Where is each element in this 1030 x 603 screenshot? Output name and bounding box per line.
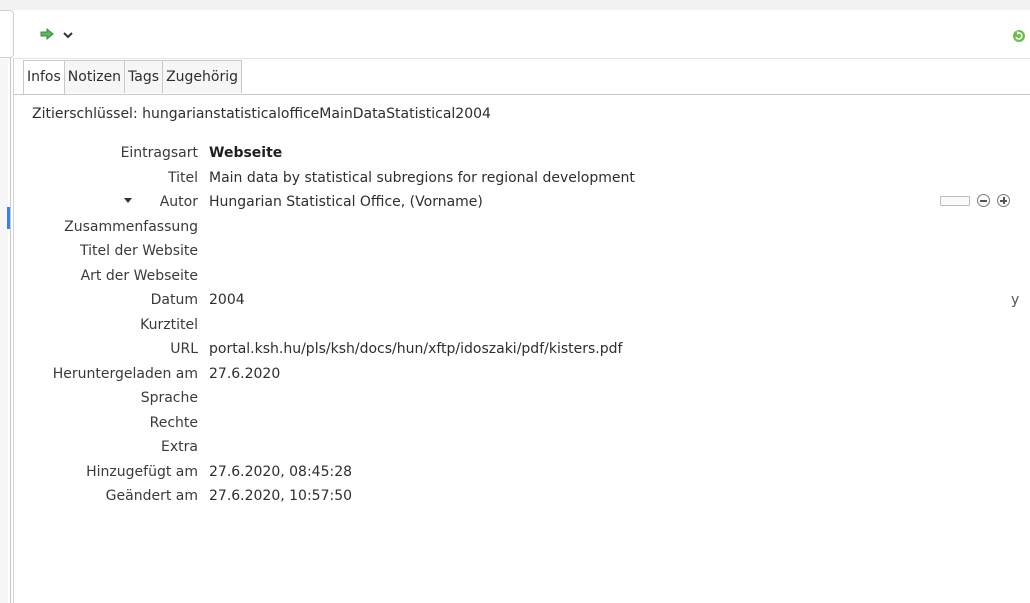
field-row-date-added: Hinzugefügt am 27.6.2020, 08:45:28 — [0, 462, 1030, 487]
top-strip — [0, 0, 1030, 10]
field-label: Eintragsart — [120, 145, 198, 161]
item-pane-tabs: Infos Notizen Tags Zugehörig — [23, 60, 242, 95]
chevron-down-icon[interactable] — [62, 28, 74, 44]
field-label: Art der Webseite — [80, 267, 198, 284]
date-field[interactable]: 2004 — [209, 290, 245, 310]
field-label: Kurztitel — [140, 316, 198, 333]
green-refresh-icon — [1012, 30, 1026, 47]
tabs-divider — [14, 94, 1030, 95]
field-label: Titel der Website — [80, 243, 198, 259]
item-toolbar — [14, 10, 1030, 59]
sync-button[interactable] — [1012, 29, 1026, 43]
switch-field-mode-icon[interactable] — [940, 195, 970, 206]
field-row-date-modified: Geändert am 27.6.2020, 10:57:50 — [0, 486, 1030, 511]
field-label: Zusammenfassung — [64, 218, 198, 235]
citation-key: Zitierschlüssel: hungarianstatisticaloff… — [32, 106, 491, 122]
field-row-website-title: Titel der Website — [0, 241, 1030, 266]
url-field[interactable]: portal.ksh.hu/pls/ksh/docs/hun/xftp/idos… — [209, 339, 622, 359]
title-field[interactable]: Main data by statistical subregions for … — [209, 168, 635, 188]
field-row-language: Sprache — [0, 388, 1030, 413]
field-label: Geändert am — [105, 488, 198, 504]
locate-button[interactable] — [40, 27, 84, 44]
field-label: Datum — [150, 292, 198, 308]
field-label[interactable]: Autor — [160, 192, 198, 212]
field-label: Extra — [161, 439, 198, 455]
field-row-item-type: Eintragsart Webseite — [0, 143, 1030, 168]
field-row-accessed: Heruntergeladen am 27.6.2020 — [0, 364, 1030, 389]
field-label: Hinzugefügt am — [86, 463, 198, 480]
remove-creator-icon[interactable] — [977, 194, 990, 207]
accessed-field[interactable]: 27.6.2020 — [209, 364, 280, 384]
date-format-indicator: y — [1011, 292, 1020, 308]
field-row-short-title: Kurztitel — [0, 315, 1030, 340]
creator-type-dropdown-icon[interactable] — [124, 198, 132, 203]
tab-zugehoerig[interactable]: Zugehörig — [163, 60, 242, 93]
url-label[interactable]: URL — [170, 339, 198, 359]
item-type-menu[interactable]: Webseite — [209, 143, 282, 163]
creator-field[interactable]: Hungarian Statistical Office, (Vorname) — [209, 192, 483, 212]
field-row-creator: Autor Hungarian Statistical Office, (Vor… — [0, 192, 1030, 217]
field-row-rights: Rechte — [0, 413, 1030, 438]
toolbar-left-cap — [0, 10, 14, 58]
date-modified-value: 27.6.2020, 10:57:50 — [209, 488, 353, 504]
tab-infos[interactable]: Infos — [23, 60, 65, 95]
field-label: Sprache — [140, 390, 198, 406]
date-added-value: 27.6.2020, 08:45:28 — [209, 463, 353, 480]
creator-controls — [940, 194, 1010, 207]
field-label: Rechte — [149, 414, 198, 431]
field-row-abstract: Zusammenfassung — [0, 217, 1030, 242]
field-label: Titel — [167, 169, 198, 186]
field-row-title: Titel Main data by statistical subregion… — [0, 168, 1030, 193]
field-row-website-type: Art der Webseite — [0, 266, 1030, 291]
green-arrow-right-icon — [40, 27, 54, 44]
add-creator-icon[interactable] — [997, 194, 1010, 207]
field-label: Heruntergeladen am — [52, 365, 198, 382]
field-row-extra: Extra — [0, 437, 1030, 462]
tab-tags[interactable]: Tags — [125, 60, 164, 93]
field-row-date: Datum 2004 y — [0, 290, 1030, 315]
item-fields: Eintragsart Webseite Titel Main data by … — [0, 143, 1030, 511]
field-row-url: URL portal.ksh.hu/pls/ksh/docs/hun/xftp/… — [0, 339, 1030, 364]
tab-notizen[interactable]: Notizen — [64, 60, 126, 93]
